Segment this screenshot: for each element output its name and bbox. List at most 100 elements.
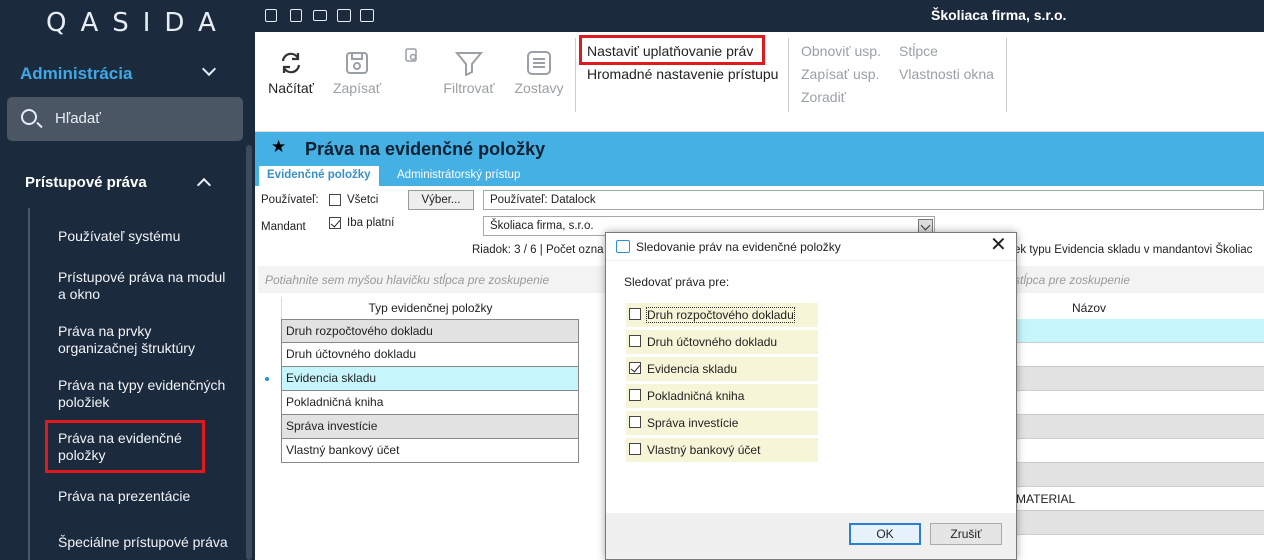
filter-icon [455, 52, 483, 76]
column-header-typ[interactable]: Typ evidenčnej položky [281, 297, 579, 319]
stlpce-link[interactable]: Stĺpce [899, 43, 938, 59]
hromadne-nastavenie-link[interactable]: Hromadné nastavenie prístupu [587, 66, 778, 82]
tab-evidencne-polozky[interactable]: Evidenčné položky [259, 166, 379, 186]
top-bar: Školiaca firma, s.r.o. [255, 0, 1264, 32]
ok-button[interactable]: OK [849, 523, 921, 545]
close-icon[interactable]: ✕ [990, 235, 1007, 255]
option-checkbox[interactable] [629, 416, 641, 428]
dialog-option[interactable]: Druh rozpočtového dokladu [626, 303, 818, 327]
row-status: Riadok: 3 / 6 | Počet ozna [472, 244, 604, 256]
pdf-icon[interactable] [290, 9, 302, 22]
filtrovat-button[interactable]: Filtrovať [441, 50, 497, 96]
obnovit-usp-link[interactable]: Obnoviť usp. [801, 43, 881, 59]
sidebar-scrollbar[interactable] [246, 145, 252, 560]
module-header[interactable]: Administrácia [20, 61, 220, 84]
qasida-logo: QASIDA [46, 8, 230, 38]
table-row[interactable] [1014, 511, 1264, 535]
chevron-down-icon [201, 61, 217, 77]
zapisat-button[interactable]: Zapísať [329, 50, 385, 96]
vsetci-checkbox[interactable] [329, 194, 341, 206]
module-title: Administrácia [20, 64, 133, 83]
nacitat-button[interactable]: Načítať [265, 50, 317, 96]
dialog-option[interactable]: Pokladničná kniha [626, 384, 818, 408]
nacitat-label: Načítať [268, 80, 314, 96]
option-label: Vlastný bankový účet [647, 443, 761, 457]
table-row[interactable]: Vlastný bankový účet [281, 439, 579, 463]
report-icon [527, 51, 551, 75]
save-icon [346, 52, 368, 74]
table-row[interactable] [1014, 343, 1264, 367]
table-row[interactable]: MATERIAL [1014, 487, 1264, 511]
company-name: Školiaca firma, s.r.o. [931, 7, 1067, 23]
items-grid: Typ evidenčnej položky Druh rozpočtového… [281, 297, 579, 463]
group-hint: Potiahnite sem myšou hlavičku stĺpca pre… [265, 273, 550, 287]
table-row[interactable] [1014, 439, 1264, 463]
email-icon[interactable] [313, 10, 327, 21]
table-row[interactable] [1014, 391, 1264, 415]
search-input[interactable]: Hľadať [7, 97, 243, 141]
zoradit-link[interactable]: Zoradiť [801, 89, 846, 105]
refresh-icon [281, 52, 301, 74]
chevron-up-icon [196, 177, 212, 193]
option-checkbox[interactable] [629, 389, 641, 401]
sidebar: QASIDA Administrácia Hľadať Prístupové p… [0, 0, 255, 560]
vlastnosti-okna-link[interactable]: Vlastnosti okna [899, 66, 994, 82]
dialog-titlebar[interactable]: Sledovanie práv na evidenčné položky ✕ [606, 233, 1016, 261]
sidebar-item-prava-prvky[interactable]: Práva na prvky organizačnej štruktúry [58, 323, 208, 357]
dialog-subtitle: Sledovať práva pre: [624, 275, 730, 289]
app-window-icon [616, 240, 630, 253]
excel-icon[interactable] [265, 9, 277, 22]
option-checkbox[interactable] [629, 362, 641, 374]
vyber-button[interactable]: Výber... [408, 190, 474, 210]
cancel-button[interactable]: Zrušiť [930, 523, 1002, 545]
table-row[interactable] [1014, 367, 1264, 391]
table-row[interactable]: Evidencia skladu [281, 367, 579, 391]
sidebar-item-prava-typy[interactable]: Práva na typy evidenčných položiek [58, 377, 228, 411]
table-row[interactable]: Pokladničná kniha [281, 391, 579, 415]
zapisat-label: Zapísať [332, 80, 382, 96]
zapisat-usp-link[interactable]: Zapísať usp. [801, 66, 879, 82]
table-row[interactable]: Druh rozpočtového dokladu [281, 319, 579, 343]
table-row[interactable] [1014, 319, 1264, 343]
sledovanie-prav-dialog: Sledovanie práv na evidenčné položky ✕ S… [605, 232, 1017, 560]
document-search-icon[interactable] [405, 48, 419, 64]
table-row[interactable] [1014, 463, 1264, 487]
print-icon[interactable] [337, 9, 351, 22]
filtrovat-label: Filtrovať [443, 80, 495, 96]
dialog-option[interactable]: Správa investície [626, 411, 818, 435]
option-label: Druh účtovného dokladu [647, 335, 778, 349]
option-checkbox[interactable] [629, 443, 641, 455]
option-checkbox[interactable] [629, 335, 641, 347]
search-icon [21, 109, 37, 125]
table-row[interactable] [1014, 415, 1264, 439]
search-placeholder: Hľadať [55, 110, 101, 127]
pouzivatel-field[interactable]: Používateľ: Datalock [483, 190, 1264, 210]
table-row[interactable]: Druh účtovného dokladu [281, 343, 579, 367]
pouzivatel-label: Používateľ: [261, 194, 319, 206]
print-preview-icon[interactable] [360, 9, 374, 22]
page-title: Práva na evidenčné položky [305, 139, 546, 159]
table-row[interactable]: Správa investície [281, 415, 579, 439]
dialog-option[interactable]: Evidencia skladu [626, 357, 818, 381]
option-checkbox[interactable] [629, 308, 641, 320]
dialog-option[interactable]: Vlastný bankový účet [626, 438, 818, 462]
dialog-title: Sledovanie práv na evidenčné položky [636, 240, 841, 254]
iba-platni-checkbox[interactable] [329, 217, 341, 229]
sidebar-item-prava-prezentacie[interactable]: Práva na prezentácie [58, 488, 238, 505]
section-title: Prístupové práva [25, 174, 147, 191]
sidebar-item-pouzivatel-systemu[interactable]: Používateľ systému [58, 228, 238, 245]
current-row-marker [265, 377, 269, 381]
section-header[interactable]: Prístupové práva [25, 174, 215, 194]
iba-platni-label: Iba platní [347, 217, 395, 229]
group-hint-right: stĺpca pre zoskupenie [1014, 273, 1131, 287]
tab-administratorsky-pristup[interactable]: Administrátorský prístup [389, 166, 528, 186]
star-icon[interactable]: ★ [271, 137, 286, 157]
page-title-bar: ★ Práva na evidenčné položky [255, 132, 1264, 164]
sidebar-item-pristupove-prava-modul[interactable]: Prístupové práva na modul a okno [58, 269, 230, 303]
dialog-option[interactable]: Druh účtovného dokladu [626, 330, 818, 354]
vsetci-label: Všetci [347, 194, 379, 206]
sidebar-item-specialne[interactable]: Špeciálne prístupové práva [58, 534, 238, 551]
highlight-box [45, 420, 205, 473]
zostavy-button[interactable]: Zostavy [511, 50, 567, 96]
column-header-nazov[interactable]: Názov [1014, 297, 1264, 319]
